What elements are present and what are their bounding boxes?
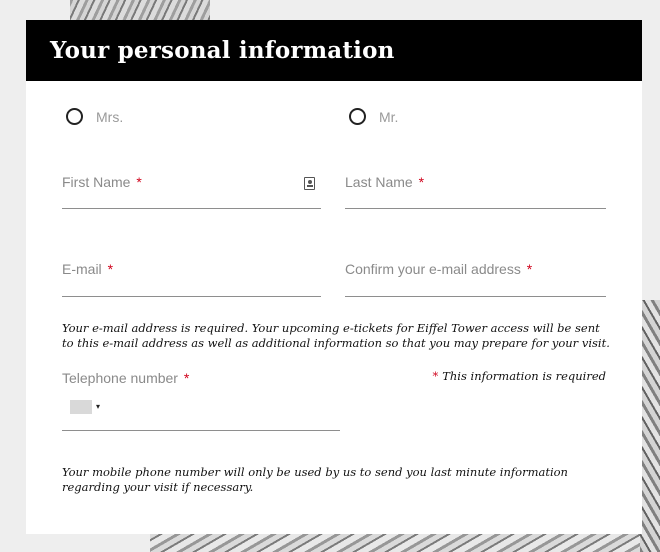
salutation-group: Mrs. Mr.	[26, 108, 642, 130]
required-asterisk: *	[136, 174, 142, 190]
email-label: E-mail *	[62, 261, 114, 277]
last-name-label: Last Name *	[345, 174, 425, 190]
background-photo-top	[70, 0, 210, 22]
confirm-email-field[interactable]: Confirm your e-mail address *	[345, 261, 606, 297]
card-header: Your personal information	[26, 20, 642, 81]
page-title: Your personal information	[50, 37, 395, 64]
radio-unchecked-icon[interactable]	[66, 108, 83, 125]
radio-mr-label: Mr.	[379, 108, 399, 125]
required-asterisk: *	[183, 370, 190, 386]
required-asterisk: *	[526, 261, 533, 277]
radio-unchecked-icon[interactable]	[349, 108, 366, 125]
background-photo-right	[640, 300, 660, 552]
radio-mr[interactable]: Mr.	[349, 108, 398, 125]
email-field[interactable]: E-mail *	[62, 261, 321, 297]
email-info-note: Your e-mail address is required. Your up…	[62, 321, 610, 350]
country-flag-icon[interactable]	[70, 400, 92, 414]
radio-mrs-label: Mrs.	[96, 108, 124, 125]
required-asterisk: *	[107, 261, 114, 277]
required-info-note: * This information is required	[432, 369, 606, 383]
personal-info-card: Your personal information Mrs. Mr. First…	[26, 20, 642, 534]
first-name-field[interactable]: First Name *	[62, 174, 321, 209]
required-asterisk: *	[418, 174, 425, 190]
last-name-field[interactable]: Last Name *	[345, 174, 606, 209]
chevron-down-icon[interactable]: ▾	[96, 402, 100, 411]
confirm-email-label: Confirm your e-mail address *	[345, 261, 533, 277]
first-name-label: First Name *	[62, 174, 142, 190]
telephone-label: Telephone number *	[62, 370, 190, 386]
required-asterisk: *	[432, 369, 439, 383]
radio-mrs[interactable]: Mrs.	[66, 108, 123, 125]
contact-card-icon[interactable]	[304, 177, 315, 190]
phone-info-note: Your mobile phone number will only be us…	[62, 465, 568, 494]
telephone-field[interactable]: Telephone number * ▾	[62, 370, 340, 431]
